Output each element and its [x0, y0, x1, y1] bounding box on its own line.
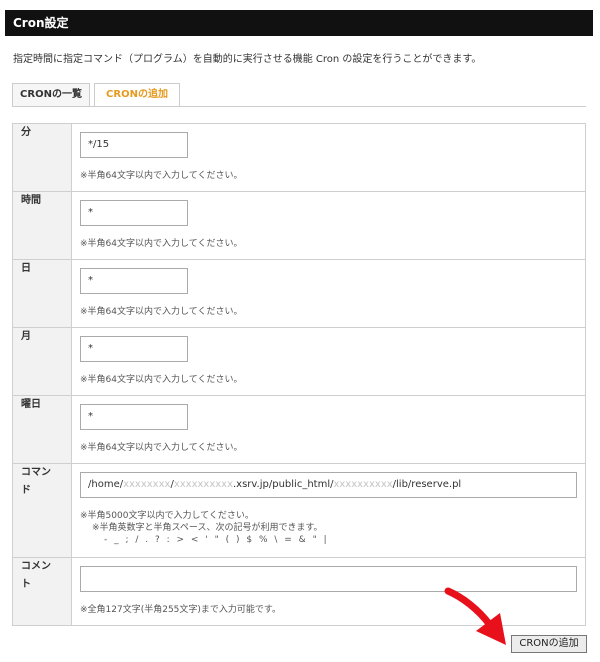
weekday-input[interactable]: *	[80, 404, 188, 430]
command-label: コマン ド	[12, 463, 72, 558]
weekday-note: ※半角64文字以内で入力してください。	[80, 443, 243, 453]
hour-note: ※半角64文字以内で入力してください。	[80, 239, 243, 249]
red-arrow-icon	[444, 587, 506, 645]
month-note: ※半角64文字以内で入力してください。	[80, 375, 243, 385]
redacted-username: xxxxxxxx	[123, 479, 171, 490]
tab-cron-add[interactable]: CRONの追加	[94, 83, 180, 107]
hour-label: 時間	[12, 191, 72, 260]
form-row-weekday: 曜日 * ※半角64文字以内で入力してください。	[12, 395, 586, 464]
form-row-month: 月 * ※半角64文字以内で入力してください。	[12, 327, 586, 396]
comment-label: コメン ト	[12, 557, 72, 626]
hour-input[interactable]: *	[80, 200, 188, 226]
command-input[interactable]: /home/xxxxxxxx/xxxxxxxxxx.xsrv.jp/public…	[80, 472, 577, 498]
minute-input[interactable]: */15	[80, 132, 188, 158]
command-note: ※半角5000文字以内で入力してください。 ※半角英数字と半角スペース、次の記号…	[80, 511, 329, 545]
day-label: 日	[12, 259, 72, 328]
form-row-minute: 分 */15 ※半角64文字以内で入力してください。	[12, 123, 586, 192]
tab-cron-list[interactable]: CRONの一覧	[12, 83, 90, 107]
form-row-command: コマン ド /home/xxxxxxxx/xxxxxxxxxx.xsrv.jp/…	[12, 463, 586, 558]
day-input[interactable]: *	[80, 268, 188, 294]
month-label: 月	[12, 327, 72, 396]
form-row-day: 日 * ※半角64文字以内で入力してください。	[12, 259, 586, 328]
cron-form-table: 分 */15 ※半角64文字以内で入力してください。 時間 * ※半角64文字以…	[12, 123, 586, 626]
minute-label: 分	[12, 123, 72, 192]
page-description: 指定時間に指定コマンド（プログラム）を自動的に実行させる機能 Cron の設定を…	[13, 54, 482, 65]
month-input[interactable]: *	[80, 336, 188, 362]
minute-note: ※半角64文字以内で入力してください。	[80, 171, 243, 181]
form-row-hour: 時間 * ※半角64文字以内で入力してください。	[12, 191, 586, 260]
redacted-domain: xxxxxxxxxx	[173, 479, 233, 490]
tab-divider	[12, 106, 586, 107]
day-note: ※半角64文字以内で入力してください。	[80, 307, 243, 317]
page-title: Cron設定	[5, 10, 593, 36]
redacted-directory: xxxxxxxxxx	[333, 479, 393, 490]
add-cron-button[interactable]: CRONの追加	[511, 635, 587, 653]
weekday-label: 曜日	[12, 395, 72, 464]
